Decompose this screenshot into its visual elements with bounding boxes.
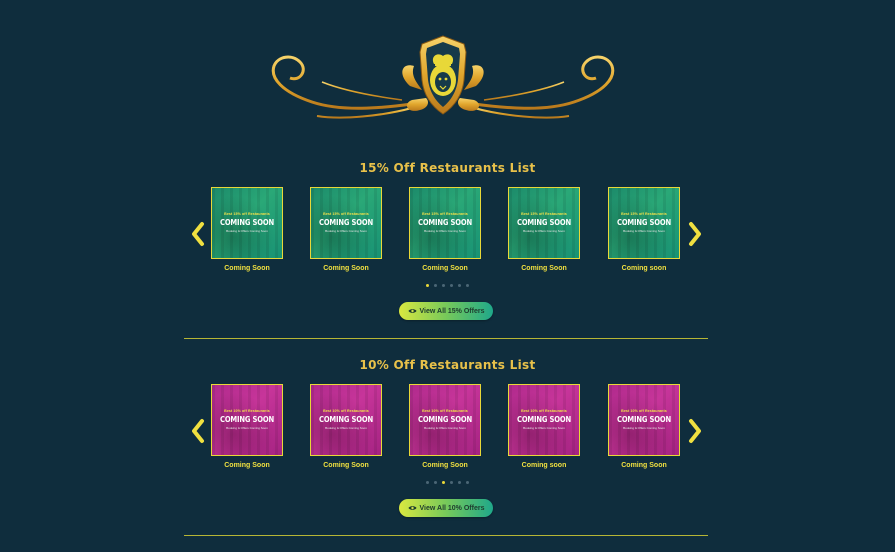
- thumbnail-top-text: Best 10% off Restaurants: [621, 409, 667, 413]
- card-label[interactable]: Coming Soon: [409, 265, 481, 272]
- thumbnail-coming-soon-text: COMING SOON: [516, 415, 571, 424]
- thumbnail-top-text: Best 10% off Restaurants: [521, 409, 567, 413]
- restaurant-card[interactable]: Best 10% off Restaurants COMING SOON Boo…: [211, 384, 283, 469]
- thumbnail-top-text: Best 10% off Restaurants: [422, 409, 468, 413]
- thumbnail-top-text: Best 10% off Restaurants: [224, 409, 270, 413]
- pagination-dot[interactable]: [442, 481, 445, 484]
- restaurant-thumbnail[interactable]: Best 10% off Restaurants COMING SOON Boo…: [211, 384, 283, 456]
- restaurant-card[interactable]: Best 15% off Restaurants COMING SOON Boo…: [409, 187, 481, 272]
- next-arrow-icon[interactable]: [686, 221, 704, 247]
- pagination-dot[interactable]: [450, 481, 453, 484]
- thumbnail-sub-text: Booking & Offers Coming Soon: [424, 426, 466, 430]
- thumbnail-coming-soon-text: COMING SOON: [219, 218, 274, 227]
- restaurant-card[interactable]: Best 10% off Restaurants COMING SOON Boo…: [409, 384, 481, 469]
- thumbnail-top-text: Best 15% off Restaurants: [521, 212, 567, 216]
- section-divider: [184, 338, 708, 339]
- carousel-pagination: [0, 481, 895, 487]
- pagination-dot[interactable]: [450, 284, 453, 287]
- thumbnail-coming-soon-text: COMING SOON: [318, 218, 373, 227]
- restaurant-card[interactable]: Best 15% off Restaurants COMING SOON Boo…: [508, 187, 580, 272]
- card-label[interactable]: Coming Soon: [508, 265, 580, 272]
- card-label[interactable]: Coming Soon: [310, 462, 382, 469]
- restaurant-thumbnail[interactable]: Best 15% off Restaurants COMING SOON Boo…: [211, 187, 283, 259]
- pagination-dot[interactable]: [458, 481, 461, 484]
- card-label[interactable]: Coming soon: [608, 265, 680, 272]
- thumbnail-coming-soon-text: COMING SOON: [318, 415, 373, 424]
- pagination-dot[interactable]: [434, 284, 437, 287]
- view-all-15-label: View All 15% Offers: [419, 307, 485, 315]
- restaurant-thumbnail[interactable]: Best 15% off Restaurants COMING SOON Boo…: [508, 187, 580, 259]
- thumbnail-top-text: Best 15% off Restaurants: [323, 212, 369, 216]
- thumbnail-sub-text: Booking & Offers Coming Soon: [523, 426, 565, 430]
- view-all-15-offers-button[interactable]: View All 15% Offers: [399, 302, 493, 320]
- thumbnail-sub-text: Booking & Offers Coming Soon: [623, 229, 665, 233]
- card-label[interactable]: Coming Soon: [211, 265, 283, 272]
- restaurant-thumbnail[interactable]: Best 15% off Restaurants COMING SOON Boo…: [409, 187, 481, 259]
- restaurant-thumbnail[interactable]: Best 10% off Restaurants COMING SOON Boo…: [310, 384, 382, 456]
- restaurant-thumbnail[interactable]: Best 10% off Restaurants COMING SOON Boo…: [608, 384, 680, 456]
- thumbnail-sub-text: Booking & Offers Coming Soon: [325, 426, 367, 430]
- pagination-dot[interactable]: [426, 284, 429, 287]
- thumbnail-coming-soon-text: COMING SOON: [219, 415, 274, 424]
- restaurant-thumbnail[interactable]: Best 10% off Restaurants COMING SOON Boo…: [508, 384, 580, 456]
- thumbnail-sub-text: Booking & Offers Coming Soon: [325, 229, 367, 233]
- pagination-dot[interactable]: [426, 481, 429, 484]
- thumbnail-coming-soon-text: COMING SOON: [417, 218, 472, 227]
- thumbnail-sub-text: Booking & Offers Coming Soon: [424, 229, 466, 233]
- restaurant-thumbnail[interactable]: Best 15% off Restaurants COMING SOON Boo…: [310, 187, 382, 259]
- prev-arrow-icon[interactable]: [189, 418, 207, 444]
- eye-icon: [408, 309, 416, 313]
- carousel-pagination: [0, 284, 895, 290]
- pagination-dot[interactable]: [434, 481, 437, 484]
- card-label[interactable]: Coming Soon: [608, 462, 680, 469]
- restaurant-card[interactable]: Best 15% off Restaurants COMING SOON Boo…: [211, 187, 283, 272]
- restaurant-card[interactable]: Best 10% off Restaurants COMING SOON Boo…: [608, 384, 680, 469]
- thumbnail-top-text: Best 15% off Restaurants: [422, 212, 468, 216]
- prev-arrow-icon[interactable]: [189, 221, 207, 247]
- next-arrow-icon[interactable]: [686, 418, 704, 444]
- restaurant-card[interactable]: Best 10% off Restaurants COMING SOON Boo…: [310, 384, 382, 469]
- thumbnail-sub-text: Booking & Offers Coming Soon: [523, 229, 565, 233]
- section-title-10: 10% Off Restaurants List: [359, 358, 536, 372]
- restaurant-thumbnail[interactable]: Best 15% off Restaurants COMING SOON Boo…: [608, 187, 680, 259]
- section-title-15: 15% Off Restaurants List: [359, 161, 536, 175]
- thumbnail-coming-soon-text: COMING SOON: [516, 218, 571, 227]
- view-all-10-label: View All 10% Offers: [419, 504, 485, 512]
- pagination-dot[interactable]: [466, 284, 469, 287]
- card-label[interactable]: Coming Soon: [211, 462, 283, 469]
- pagination-dot[interactable]: [442, 284, 445, 287]
- restaurant-card[interactable]: Best 15% off Restaurants COMING SOON Boo…: [310, 187, 382, 272]
- section-divider: [184, 535, 708, 536]
- thumbnail-sub-text: Booking & Offers Coming Soon: [623, 426, 665, 430]
- thumbnail-top-text: Best 15% off Restaurants: [224, 212, 270, 216]
- restaurant-thumbnail[interactable]: Best 10% off Restaurants COMING SOON Boo…: [409, 384, 481, 456]
- eye-icon: [408, 506, 416, 510]
- card-label[interactable]: Coming Soon: [310, 265, 382, 272]
- thumbnail-coming-soon-text: COMING SOON: [616, 218, 671, 227]
- restaurant-card[interactable]: Best 15% off Restaurants COMING SOON Boo…: [608, 187, 680, 272]
- restaurant-card[interactable]: Best 10% off Restaurants COMING SOON Boo…: [508, 384, 580, 469]
- thumbnail-coming-soon-text: COMING SOON: [616, 415, 671, 424]
- thumbnail-coming-soon-text: COMING SOON: [417, 415, 472, 424]
- thumbnail-sub-text: Booking & Offers Coming Soon: [226, 229, 268, 233]
- pagination-dot[interactable]: [458, 284, 461, 287]
- thumbnail-sub-text: Booking & Offers Coming Soon: [226, 426, 268, 430]
- card-label[interactable]: Coming Soon: [409, 462, 481, 469]
- thumbnail-top-text: Best 10% off Restaurants: [323, 409, 369, 413]
- view-all-10-offers-button[interactable]: View All 10% Offers: [399, 499, 493, 517]
- thumbnail-top-text: Best 15% off Restaurants: [621, 212, 667, 216]
- lion-chef-crest-icon: [271, 35, 615, 119]
- pagination-dot[interactable]: [466, 481, 469, 484]
- card-label[interactable]: Coming soon: [508, 462, 580, 469]
